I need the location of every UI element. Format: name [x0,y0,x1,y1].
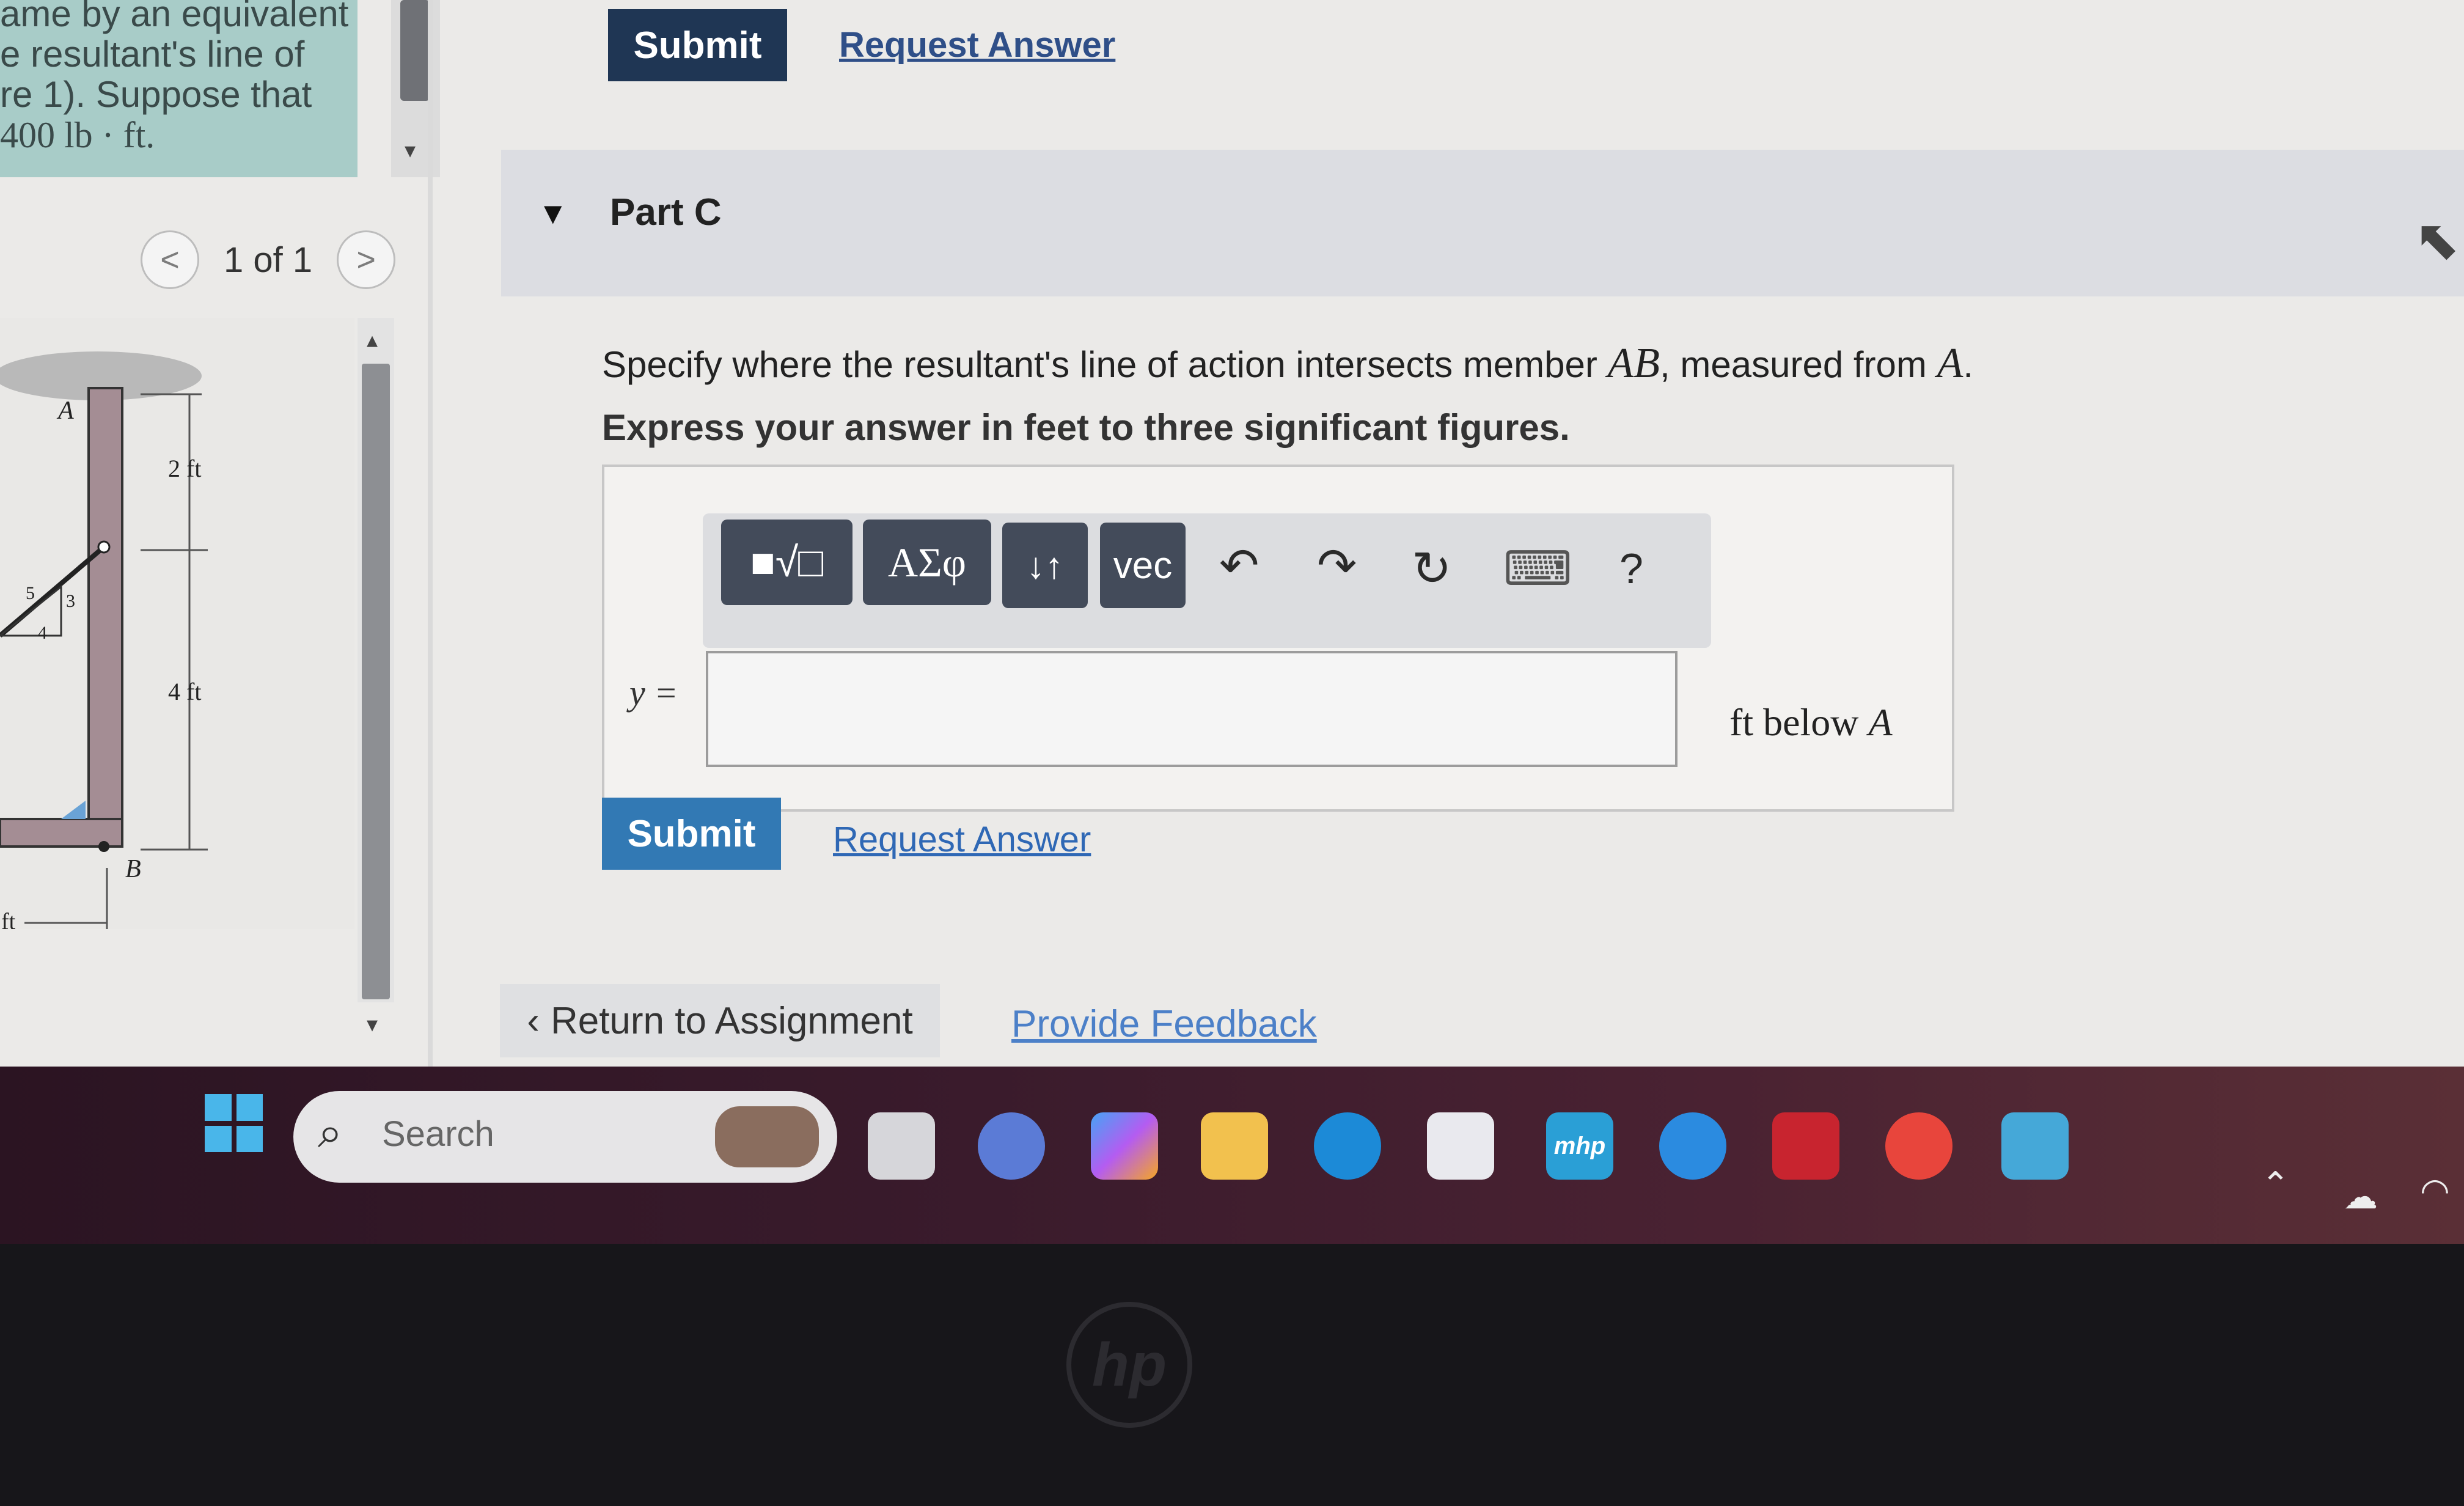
task-view-icon[interactable] [868,1112,935,1180]
copilot-icon[interactable] [1091,1112,1158,1180]
units-text: ft below [1729,700,1869,744]
figure-scroll-thumb[interactable] [362,364,390,999]
label-b: B [125,855,141,883]
slope-4: 4 [38,623,47,643]
part-c-submit-button[interactable]: Submit [602,798,781,870]
problem-statement: ame by an equivalent e resultant's line … [0,0,358,177]
onedrive-icon[interactable]: ☁ [2344,1177,2378,1217]
provide-feedback-link[interactable]: Provide Feedback [1011,1002,1317,1046]
units-var: A [1868,700,1893,744]
dim-left: ft [1,909,16,929]
slope-3: 3 [66,591,75,611]
browser-content: ame by an equivalent e resultant's line … [0,0,2464,1076]
point-a: A [1937,340,1964,387]
help-icon[interactable]: ? [1619,544,1643,593]
tray-chevron-up-icon[interactable]: ⌃ [2261,1164,2290,1205]
problem-scroll-thumb[interactable] [400,0,430,101]
dim-4ft: 4 ft [168,678,201,705]
greek-symbols-button[interactable]: ΑΣφ [863,520,991,605]
question-text-end: . [1963,344,1974,385]
part-b-submit-button[interactable]: Submit [608,9,787,81]
answer-units: ft below A [1729,700,1893,745]
figure-pager: < 1 of 1 > [141,230,396,289]
myhp-icon[interactable]: mhp [1546,1112,1613,1180]
part-b-request-answer-link[interactable]: Request Answer [839,24,1115,65]
help-app-icon[interactable] [1659,1112,1726,1180]
answer-input[interactable] [706,651,1678,767]
chevron-left-icon: ‹ [527,999,540,1042]
keyboard-icon[interactable]: ⌨ [1503,541,1572,597]
file-explorer-icon[interactable] [1201,1112,1268,1180]
teams-chat-icon[interactable] [978,1112,1045,1180]
undo-icon[interactable]: ↶ [1219,538,1259,593]
question-text: Specify where the resultant's line of ac… [602,344,1608,385]
problem-line: e resultant's line of [0,34,305,75]
figure-page-label: 1 of 1 [224,240,313,280]
part-c-request-answer-link[interactable]: Request Answer [833,819,1091,860]
figure-panel: A B 2 ft 4 ft 5 3 4 ft [0,318,354,935]
slope-5: 5 [26,583,35,603]
frame-figure: A B 2 ft 4 ft 5 3 4 ft [0,351,208,935]
templates-button[interactable]: ■√□ [721,520,853,605]
photos-icon[interactable] [2001,1112,2069,1180]
hp-bezel-logo-icon: hp [1066,1302,1192,1428]
answer-variable-label: y = [629,673,678,713]
scroll-down-arrow-icon[interactable]: ▾ [405,138,416,163]
label-a: A [56,397,74,425]
panel-divider [428,0,433,1076]
problem-line: ame by an equivalent [0,0,349,34]
windows-start-icon[interactable] [205,1094,263,1152]
member-ab: AB [1607,340,1660,387]
search-icon: ⌕ [318,1108,343,1157]
problem-line: re 1). Suppose that [0,74,312,115]
next-figure-button[interactable]: > [337,230,396,289]
wifi-icon[interactable]: ◠ [2420,1170,2450,1211]
edge-icon[interactable] [1314,1112,1381,1180]
redo-icon[interactable]: ↷ [1317,538,1357,593]
search-placeholder: Search [382,1114,494,1154]
reset-icon[interactable]: ↻ [1412,541,1451,597]
question-text-mid: , measured from [1660,344,1937,385]
prev-figure-button[interactable]: < [141,230,199,289]
store-icon[interactable] [1427,1112,1494,1180]
scroll-up-arrow-icon[interactable]: ▴ [367,327,378,353]
part-c-instruction: Express your answer in feet to three sig… [602,407,1570,448]
search-highlight-image [715,1106,819,1167]
problem-line: 400 lb · ft. [0,115,155,155]
mouse-cursor-icon: ⬉ [2414,210,2460,271]
return-label: Return to Assignment [550,999,913,1042]
part-c-question: Specify where the resultant's line of ac… [602,339,1973,388]
scroll-down-arrow-icon[interactable]: ▾ [367,1012,378,1037]
vec-button[interactable]: vec [1100,523,1186,608]
chrome-icon[interactable] [1885,1112,1953,1180]
dim-2ft: 2 ft [168,455,201,482]
part-c-title: Part C [610,191,722,233]
sort-button[interactable]: ↓↑ [1002,523,1088,608]
part-c-header[interactable] [501,150,2464,296]
return-to-assignment-button[interactable]: ‹ Return to Assignment [500,984,940,1057]
mcafee-icon[interactable] [1772,1112,1839,1180]
collapse-caret-icon[interactable]: ▼ [538,196,568,231]
